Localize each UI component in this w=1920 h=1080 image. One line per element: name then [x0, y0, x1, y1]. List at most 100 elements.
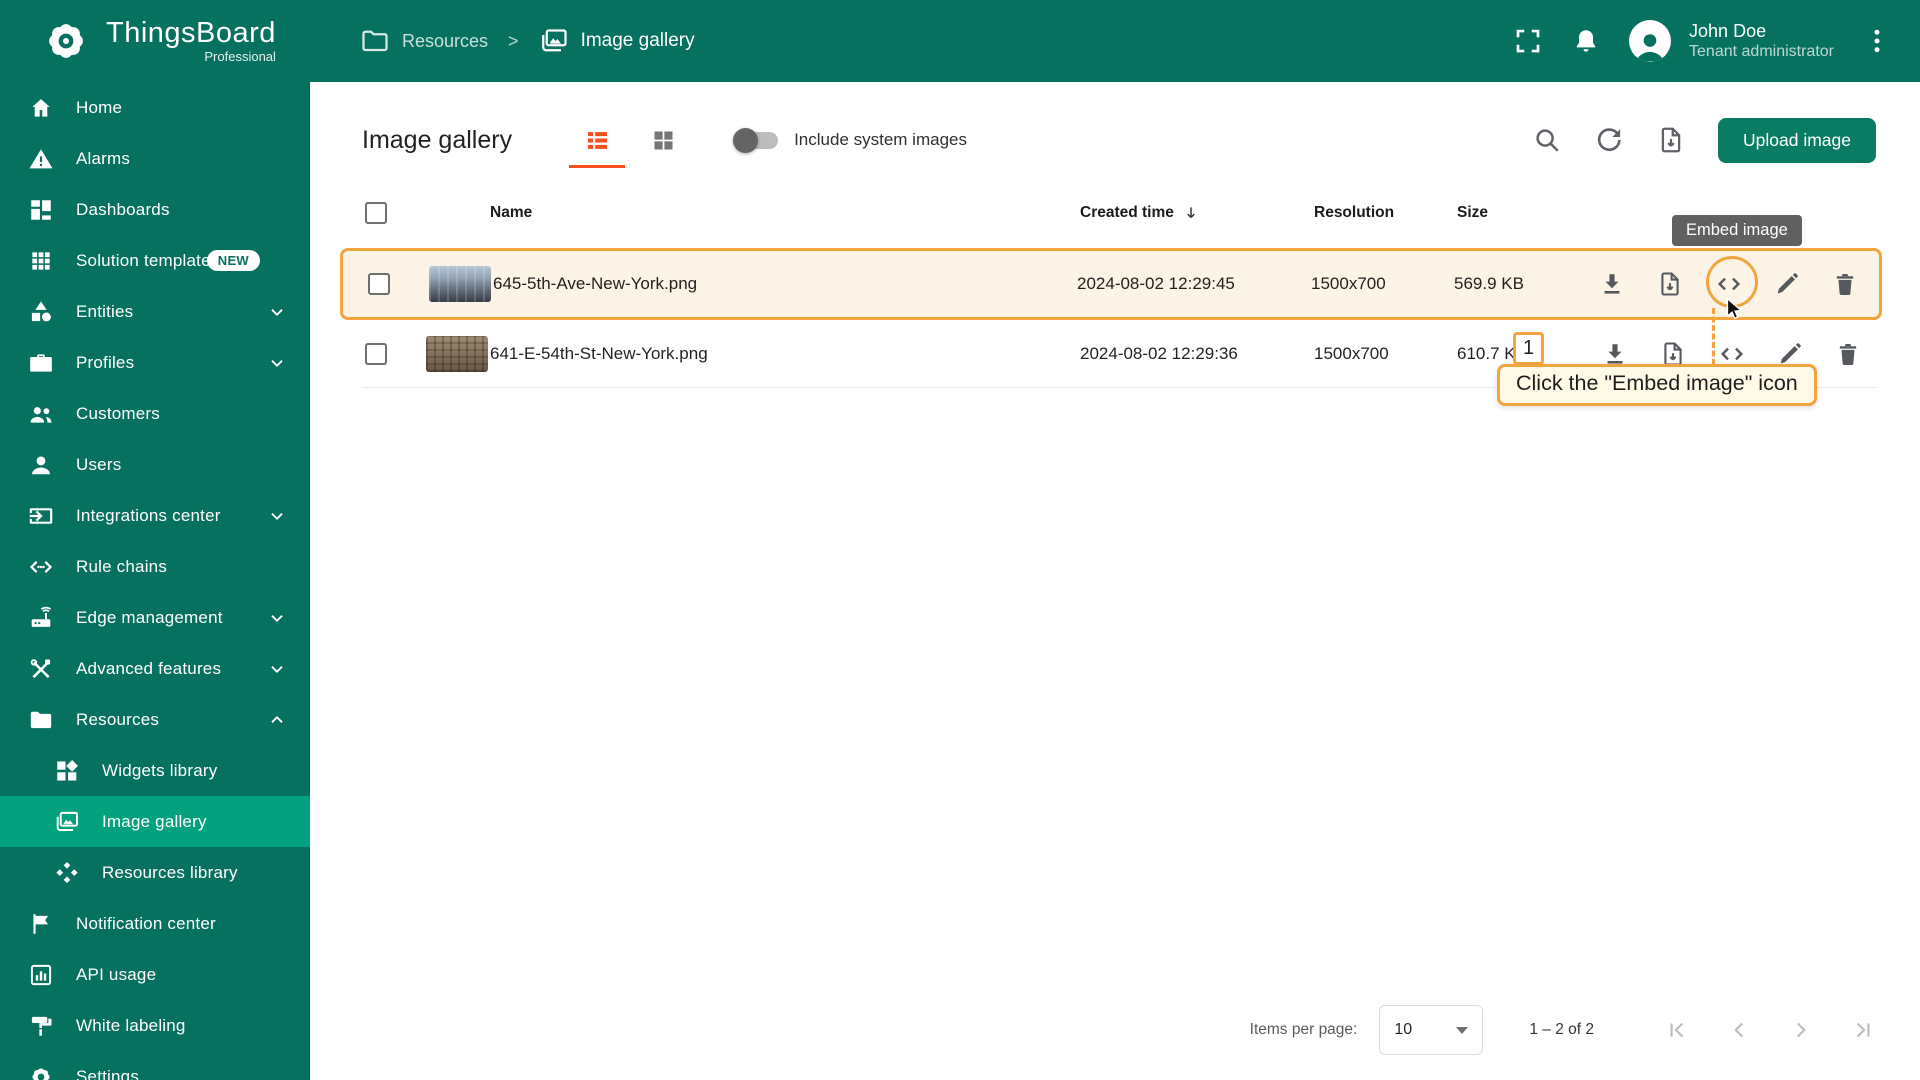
sidebar-item-home[interactable]: Home	[0, 82, 310, 133]
chevron-up-icon	[271, 715, 283, 723]
embed-image-tooltip: Embed image	[1672, 215, 1802, 246]
sidebar-item-settings[interactable]: Settings	[0, 1051, 310, 1080]
white-labeling-icon	[28, 1013, 54, 1039]
dashboards-icon	[28, 197, 54, 223]
advanced-features-icon	[28, 656, 54, 682]
chevron-down-icon	[271, 512, 283, 520]
select-all-checkbox[interactable]	[365, 202, 387, 224]
export-file-button[interactable]	[1656, 270, 1684, 298]
created-time: 2024-08-02 12:29:45	[1077, 274, 1235, 293]
sidebar-item-rule-chains[interactable]: Rule chains	[0, 541, 310, 592]
sidebar-item-alarms[interactable]: Alarms	[0, 133, 310, 184]
delete-button[interactable]	[1834, 340, 1862, 368]
notifications-bell-icon[interactable]	[1571, 26, 1601, 56]
avatar[interactable]	[1629, 20, 1672, 62]
topbar: ThingsBoard Professional Resources > Ima…	[0, 0, 1920, 82]
import-file-icon[interactable]	[1656, 125, 1686, 155]
delete-button[interactable]	[1831, 270, 1859, 298]
pagination-nav	[1664, 1017, 1876, 1043]
annotation-callout: Click the "Embed image" icon	[1497, 364, 1817, 406]
table-header-row: Name Created time Resolution Size	[362, 178, 1876, 248]
person-icon	[1637, 34, 1663, 62]
column-header-size[interactable]: Size	[1457, 204, 1587, 222]
sidebar-item-solution-templates[interactable]: Solution templates NEW	[0, 235, 310, 286]
download-button[interactable]	[1598, 270, 1626, 298]
view-mode-tabs	[564, 112, 696, 168]
breadcrumb-resources[interactable]: Resources	[360, 26, 488, 56]
include-system-images-toggle[interactable]: Include system images	[733, 127, 967, 153]
overflow-menu-icon[interactable]	[1862, 26, 1892, 56]
gallery-toolbar: Image gallery Include system images Uplo…	[362, 112, 1876, 168]
grid-view-tab[interactable]	[630, 112, 696, 168]
sidebar-item-dashboards[interactable]: Dashboards	[0, 184, 310, 235]
image-gallery-icon	[541, 29, 567, 52]
image-table: Name Created time Resolution Size 645-5t…	[340, 178, 1882, 388]
sidebar-item-image-gallery[interactable]: Image gallery	[0, 796, 310, 847]
api-usage-icon	[28, 962, 54, 988]
sidebar-item-white-labeling[interactable]: White labeling	[0, 1000, 310, 1051]
annotation-connector	[1712, 308, 1715, 365]
logo[interactable]: ThingsBoard Professional	[0, 15, 310, 67]
home-icon	[28, 95, 54, 121]
user-name: John Doe	[1689, 20, 1767, 41]
edit-button[interactable]	[1773, 270, 1801, 298]
logo-title: ThingsBoard	[106, 16, 276, 49]
customers-icon	[28, 401, 54, 427]
pencil-icon	[1777, 273, 1798, 294]
resolution: 1500x700	[1314, 343, 1389, 363]
page-range: 1 – 2 of 2	[1529, 1021, 1594, 1038]
sidebar-item-notification-center[interactable]: Notification center	[0, 898, 310, 949]
items-per-page-value: 10	[1394, 1021, 1413, 1038]
first-page-button[interactable]	[1664, 1017, 1690, 1043]
user-info: John Doe Tenant administrator	[1689, 20, 1834, 63]
image-gallery-icon	[54, 809, 80, 835]
sidebar-item-users[interactable]: Users	[0, 439, 310, 490]
list-view-tab[interactable]	[564, 112, 630, 168]
sidebar-item-resources[interactable]: Resources	[0, 694, 310, 745]
folder-icon	[362, 30, 388, 52]
created-time: 2024-08-02 12:29:36	[1080, 343, 1238, 363]
flag-icon	[28, 911, 54, 937]
chevron-down-icon	[271, 308, 283, 316]
chevron-down-icon	[271, 359, 283, 367]
annotation-step-badge: 1	[1513, 332, 1544, 365]
user-role: Tenant administrator	[1689, 43, 1834, 61]
topbar-actions: John Doe Tenant administrator	[1513, 20, 1920, 63]
toggle-knob	[733, 127, 759, 153]
column-header-name[interactable]: Name	[490, 204, 1080, 222]
chevron-down-icon	[271, 665, 283, 673]
upload-image-button[interactable]: Upload image	[1718, 117, 1876, 163]
table-row[interactable]: 645-5th-Ave-New-York.png 2024-08-02 12:2…	[340, 248, 1882, 320]
refresh-icon[interactable]	[1594, 125, 1624, 155]
row-checkbox[interactable]	[365, 342, 387, 365]
last-page-button[interactable]	[1850, 1017, 1876, 1043]
column-header-resolution[interactable]: Resolution	[1314, 204, 1457, 222]
search-icon[interactable]	[1532, 125, 1562, 155]
new-badge: NEW	[206, 250, 260, 271]
folder-icon	[28, 707, 54, 733]
fullscreen-icon[interactable]	[1513, 26, 1543, 56]
items-per-page-select[interactable]: 10	[1379, 1005, 1484, 1055]
row-checkbox[interactable]	[368, 273, 390, 295]
sidebar-item-edge-management[interactable]: Edge management	[0, 592, 310, 643]
next-page-button[interactable]	[1788, 1017, 1814, 1043]
column-header-created-time[interactable]: Created time	[1080, 204, 1314, 222]
cursor-pointer-icon	[1726, 297, 1743, 320]
previous-page-button[interactable]	[1726, 1017, 1752, 1043]
sidebar-item-customers[interactable]: Customers	[0, 388, 310, 439]
logo-subtitle: Professional	[204, 49, 276, 65]
sidebar-item-resources-library[interactable]: Resources library	[0, 847, 310, 898]
app-root: ThingsBoard Professional Resources > Ima…	[0, 0, 1920, 1080]
sidebar-item-integrations-center[interactable]: Integrations center	[0, 490, 310, 541]
sidebar: Home Alarms Dashboards Solution template…	[0, 82, 310, 1080]
sidebar-item-advanced-features[interactable]: Advanced features	[0, 643, 310, 694]
sidebar-item-profiles[interactable]: Profiles	[0, 337, 310, 388]
rule-chains-icon	[28, 554, 54, 580]
sidebar-item-widgets-library[interactable]: Widgets library	[0, 745, 310, 796]
breadcrumb-separator: >	[508, 30, 519, 51]
sidebar-item-entities[interactable]: Entities	[0, 286, 310, 337]
sidebar-item-api-usage[interactable]: API usage	[0, 949, 310, 1000]
trash-icon	[1839, 343, 1857, 365]
page-title: Image gallery	[362, 125, 513, 154]
breadcrumb-image-gallery[interactable]: Image gallery	[539, 26, 695, 56]
